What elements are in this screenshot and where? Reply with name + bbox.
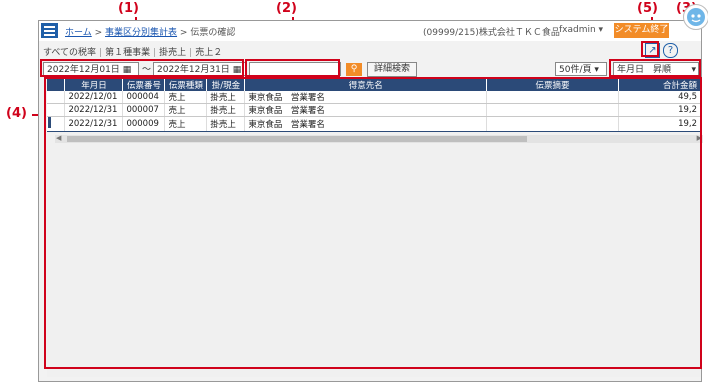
highlight-export xyxy=(641,41,659,57)
filter-summary: すべての税率 | 第１種事業 | 掛売上 | 売上２ xyxy=(43,48,223,58)
user-menu[interactable]: fxadmin ▾ xyxy=(559,25,603,35)
help-icon[interactable]: ? xyxy=(663,43,678,58)
highlight-keyword-search xyxy=(245,59,340,77)
callout-2: (2) xyxy=(276,1,297,16)
assistant-icon[interactable] xyxy=(683,4,708,30)
filter-tax-rate: すべての税率 xyxy=(43,48,97,58)
search-button[interactable]: ⚲ xyxy=(346,63,362,76)
callout-4: (4) xyxy=(6,106,27,121)
hamburger-menu-button[interactable] xyxy=(41,23,58,38)
callout-5: (5) xyxy=(637,1,658,16)
company-name: (09999/215)株式会社ＴＫＣ食品 xyxy=(423,28,560,38)
highlight-sort-order xyxy=(609,59,701,77)
page-size-select[interactable]: 50件/頁 ▾ xyxy=(555,62,607,76)
breadcrumb-separator: > xyxy=(94,28,103,38)
detail-search-button[interactable]: 詳細検索 xyxy=(367,62,417,77)
callout-1: (1) xyxy=(118,1,139,16)
breadcrumb-home-link[interactable]: ホーム xyxy=(65,28,92,38)
breadcrumb: ホーム > 事業区分別集計表 > 伝票の確認 xyxy=(65,25,235,38)
highlight-voucher-list xyxy=(44,77,702,369)
breadcrumb-separator: > xyxy=(179,28,188,38)
search-icon: ⚲ xyxy=(350,64,358,74)
breadcrumb-plan-link[interactable]: 事業区分別集計表 xyxy=(105,28,177,38)
filter-credit-sales: 掛売上 xyxy=(159,48,187,58)
filter-business-type: 第１種事業 xyxy=(105,48,151,58)
top-bar: ホーム > 事業区分別集計表 > 伝票の確認 (09999/215)株式会社ＴＫ… xyxy=(39,21,701,41)
highlight-date-range xyxy=(40,59,244,77)
breadcrumb-current: 伝票の確認 xyxy=(190,28,236,38)
filter-sales-2: 売上２ xyxy=(195,48,223,58)
system-exit-button[interactable]: システム終了 xyxy=(614,23,669,38)
